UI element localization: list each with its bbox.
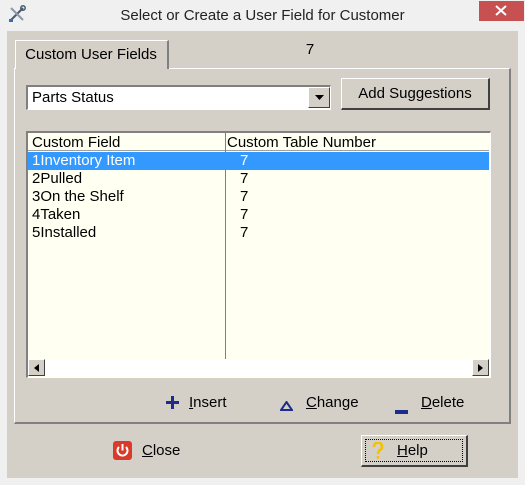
window-close-button[interactable] bbox=[479, 1, 524, 21]
column-header-custom-table-number[interactable]: Custom Table Number bbox=[227, 134, 376, 151]
add-suggestions-label: Add Suggestions bbox=[358, 85, 472, 102]
cell-table-number: 7 bbox=[240, 152, 249, 169]
change-label: Change bbox=[306, 394, 359, 411]
cell-table-number: 7 bbox=[240, 224, 249, 241]
chevron-right-icon bbox=[478, 364, 483, 372]
tab-custom-user-fields[interactable]: Custom User Fields bbox=[15, 40, 169, 69]
custom-fields-list[interactable]: Custom Field Custom Table Number 1Invent… bbox=[26, 131, 491, 378]
triangle-icon bbox=[279, 398, 294, 416]
close-icon bbox=[495, 5, 507, 16]
close-button[interactable]: Close bbox=[110, 435, 215, 467]
scrollbar-thumb[interactable] bbox=[45, 359, 472, 376]
add-suggestions-button[interactable]: Add Suggestions bbox=[341, 78, 490, 110]
cell-table-number: 7 bbox=[240, 170, 249, 187]
minus-icon bbox=[395, 401, 408, 419]
window-title: Select or Create a User Field for Custom… bbox=[120, 7, 405, 24]
chevron-left-icon bbox=[34, 364, 39, 372]
power-icon bbox=[113, 441, 132, 465]
tab-label: Custom User Fields bbox=[25, 46, 157, 63]
question-icon bbox=[372, 441, 384, 465]
cell-custom-field: 3On the Shelf bbox=[32, 188, 124, 205]
user-field-combo[interactable]: Parts Status bbox=[26, 85, 331, 110]
column-header-custom-field[interactable]: Custom Field bbox=[32, 134, 120, 151]
delete-button[interactable]: Delete bbox=[395, 394, 475, 414]
dialog-window: Select or Create a User Field for Custom… bbox=[0, 0, 525, 485]
list-row[interactable]: 2Pulled 7 bbox=[28, 170, 489, 188]
horizontal-scrollbar[interactable] bbox=[28, 359, 489, 376]
cell-custom-field: 2Pulled bbox=[32, 170, 83, 187]
help-label: Help bbox=[397, 442, 428, 459]
combo-value: Parts Status bbox=[32, 89, 114, 106]
cell-table-number: 7 bbox=[240, 188, 249, 205]
cell-custom-field: 4Taken bbox=[32, 206, 81, 223]
insert-button[interactable]: Insert bbox=[166, 394, 236, 412]
change-button[interactable]: Change bbox=[279, 394, 370, 412]
close-label: Close bbox=[142, 442, 181, 459]
list-row[interactable]: 4Taken 7 bbox=[28, 206, 489, 224]
title-bar[interactable]: Select or Create a User Field for Custom… bbox=[0, 0, 525, 31]
insert-label: Insert bbox=[189, 394, 227, 411]
delete-label: Delete bbox=[421, 394, 465, 411]
list-header: Custom Field Custom Table Number bbox=[28, 133, 489, 151]
cell-table-number: 7 bbox=[240, 206, 249, 223]
plus-icon bbox=[166, 396, 179, 414]
cell-custom-field: 1Inventory Item bbox=[32, 152, 136, 169]
chevron-down-icon bbox=[315, 95, 324, 100]
combo-dropdown-button[interactable] bbox=[308, 87, 330, 108]
list-row[interactable]: 3On the Shelf 7 bbox=[28, 188, 489, 206]
scroll-right-button[interactable] bbox=[472, 359, 489, 376]
cell-custom-field: 5Installed bbox=[32, 224, 97, 241]
field-count: 7 bbox=[305, 41, 315, 58]
scroll-left-button[interactable] bbox=[28, 359, 45, 376]
list-row[interactable]: 1Inventory Item 7 bbox=[28, 152, 489, 170]
help-button[interactable]: Help bbox=[361, 435, 468, 467]
list-row[interactable]: 5Installed 7 bbox=[28, 224, 489, 242]
